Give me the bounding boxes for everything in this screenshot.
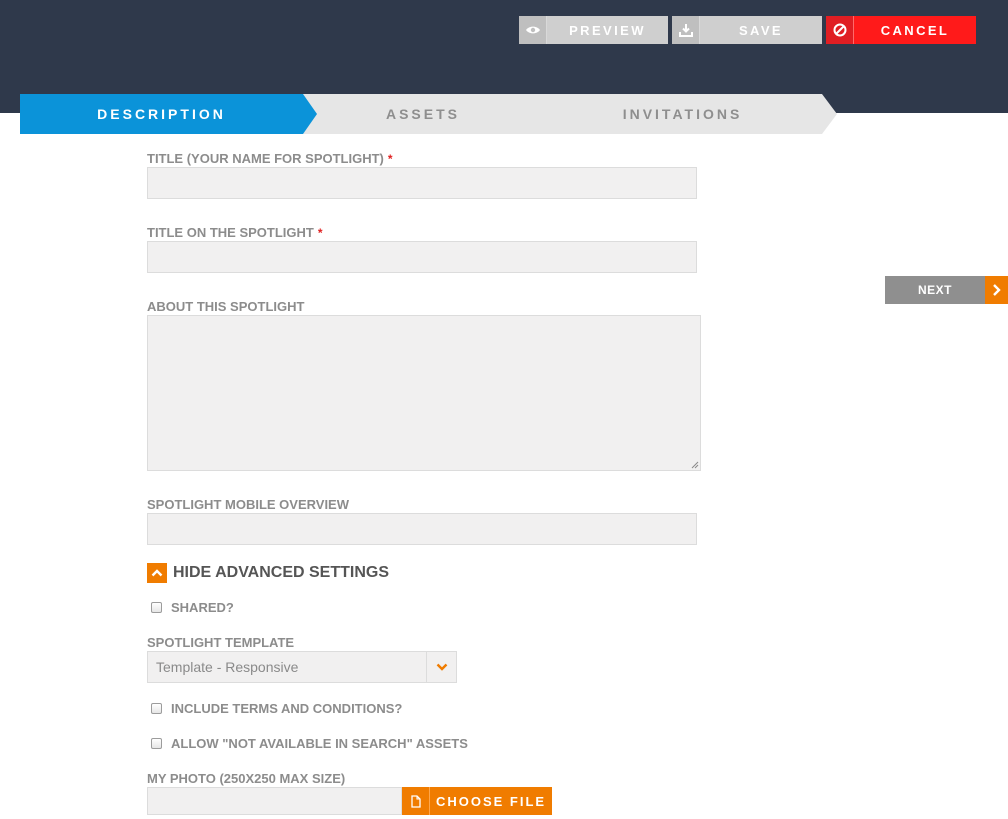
save-button-label: SAVE xyxy=(700,16,822,44)
about-textarea-wrap xyxy=(147,315,701,471)
required-mark: * xyxy=(387,152,393,166)
mobile-overview-label: SPOTLIGHT MOBILE OVERVIEW xyxy=(147,497,349,512)
preview-button-label: PREVIEW xyxy=(547,16,668,44)
about-textarea[interactable] xyxy=(147,315,701,471)
title-label: TITLE (YOUR NAME FOR SPOTLIGHT) * xyxy=(147,151,393,166)
page: PREVIEW SAVE CANCEL DESCRIPTION ASSETS I… xyxy=(0,0,1008,819)
cancel-button-label: CANCEL xyxy=(854,16,976,44)
cancel-button[interactable]: CANCEL xyxy=(826,16,976,44)
choose-file-label: CHOOSE FILE xyxy=(430,787,552,815)
required-mark: * xyxy=(317,226,323,240)
photo-file-input[interactable] xyxy=(147,787,402,815)
spotlight-template-label: SPOTLIGHT TEMPLATE xyxy=(147,635,295,650)
not-available-checkbox[interactable] xyxy=(151,738,162,749)
preview-button[interactable]: PREVIEW xyxy=(519,16,668,44)
eye-icon xyxy=(519,16,547,44)
photo-label: MY PHOTO (250X250 MAX SIZE) xyxy=(147,771,346,786)
tab-assets[interactable]: ASSETS xyxy=(303,94,543,134)
terms-row: INCLUDE TERMS AND CONDITIONS? xyxy=(151,701,402,716)
not-available-row: ALLOW "NOT AVAILABLE IN SEARCH" ASSETS xyxy=(151,736,468,751)
next-button-label: NEXT xyxy=(885,276,985,304)
title-input[interactable] xyxy=(147,167,697,199)
spotlight-template-value: Template - Responsive xyxy=(156,659,299,675)
tab-invitations[interactable]: INVITATIONS xyxy=(543,94,837,134)
tab-description[interactable]: DESCRIPTION xyxy=(20,94,317,134)
spotlight-template-select[interactable]: Template - Responsive xyxy=(147,651,457,683)
hide-advanced-settings-toggle[interactable]: HIDE ADVANCED SETTINGS xyxy=(147,563,389,583)
about-label: ABOUT THIS SPOTLIGHT xyxy=(147,299,305,314)
chevron-down-icon[interactable] xyxy=(426,652,456,682)
file-icon xyxy=(402,787,430,815)
choose-file-button[interactable]: CHOOSE FILE xyxy=(402,787,552,815)
mobile-overview-input[interactable] xyxy=(147,513,697,545)
terms-checkbox[interactable] xyxy=(151,703,162,714)
chevron-right-icon xyxy=(985,276,1008,304)
download-icon xyxy=(672,16,700,44)
save-button[interactable]: SAVE xyxy=(672,16,822,44)
terms-label: INCLUDE TERMS AND CONDITIONS? xyxy=(171,701,403,716)
not-available-label: ALLOW "NOT AVAILABLE IN SEARCH" ASSETS xyxy=(171,736,468,751)
title-on-spotlight-label-text: TITLE ON THE SPOTLIGHT xyxy=(147,225,314,240)
shared-label: SHARED? xyxy=(171,600,234,615)
shared-row: SHARED? xyxy=(151,600,234,615)
cancel-icon xyxy=(826,16,854,44)
title-on-spotlight-label: TITLE ON THE SPOTLIGHT * xyxy=(147,225,323,240)
shared-checkbox[interactable] xyxy=(151,602,162,613)
step-tabs: DESCRIPTION ASSETS INVITATIONS xyxy=(20,94,840,134)
title-on-spotlight-input[interactable] xyxy=(147,241,697,273)
chevron-up-icon xyxy=(147,563,167,583)
title-label-text: TITLE (YOUR NAME FOR SPOTLIGHT) xyxy=(147,151,384,166)
hide-advanced-settings-label: HIDE ADVANCED SETTINGS xyxy=(173,564,390,581)
resize-grip-icon[interactable] xyxy=(691,461,699,469)
next-button[interactable]: NEXT xyxy=(885,276,1008,304)
